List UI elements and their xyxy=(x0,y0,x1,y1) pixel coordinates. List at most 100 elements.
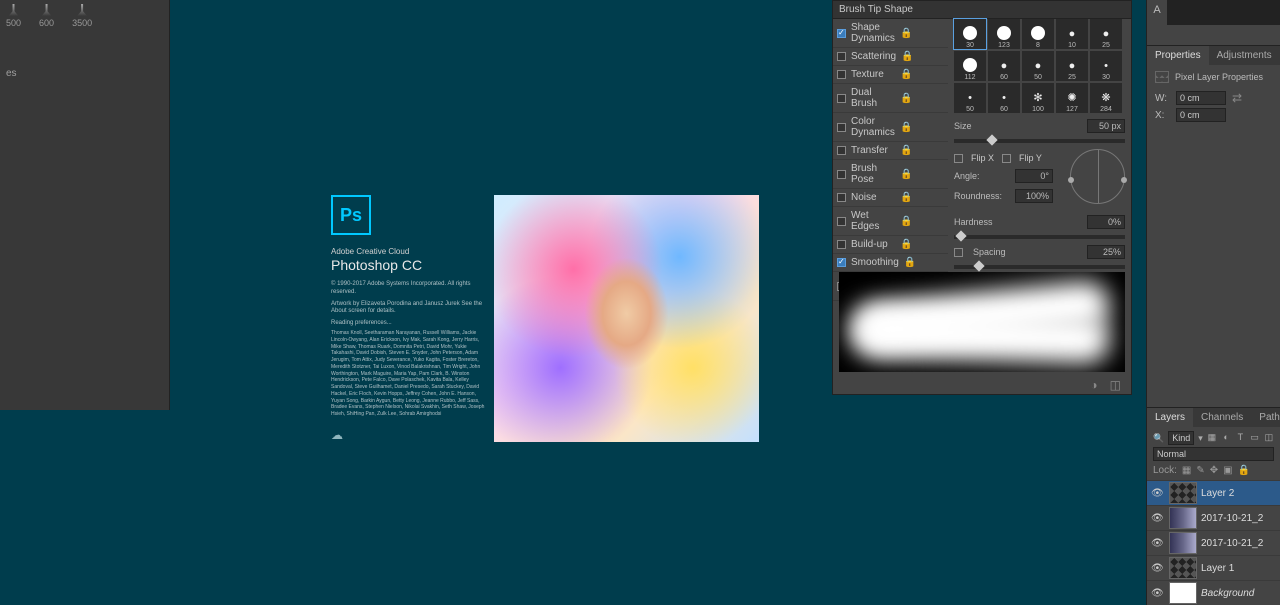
brush-thumb-112[interactable]: 112 xyxy=(954,51,986,81)
layer-row[interactable]: 👁 2017-10-21_2 xyxy=(1147,505,1280,530)
visibility-icon[interactable]: 👁 xyxy=(1151,513,1165,524)
layer-thumbnail[interactable] xyxy=(1169,482,1197,504)
lock-artboard-icon[interactable]: ▣ xyxy=(1223,465,1232,476)
brush-thumb-100[interactable]: ✻100 xyxy=(1022,83,1054,113)
lock-icon[interactable]: 🔒 xyxy=(900,192,944,203)
lock-icon[interactable]: 🔒 xyxy=(900,216,944,227)
brush-thumb-50[interactable]: •50 xyxy=(954,83,986,113)
visibility-icon[interactable]: 👁 xyxy=(1151,538,1165,549)
brush-tip-shape-tab[interactable]: Brush Tip Shape xyxy=(833,1,1131,19)
brush-thumb-30[interactable]: 30 xyxy=(954,19,986,49)
lock-icon[interactable]: 🔒 xyxy=(900,145,944,156)
layer-name[interactable]: 2017-10-21_2 xyxy=(1201,538,1276,549)
layer-thumbnail[interactable] xyxy=(1169,582,1197,604)
brush-option-dual-brush[interactable]: Dual Brush🔒 xyxy=(833,84,948,113)
filter-adjust-icon[interactable]: ◐ xyxy=(1221,432,1231,444)
lock-all-icon[interactable]: 🔒 xyxy=(1238,465,1250,476)
hardness-value[interactable]: 0% xyxy=(1087,215,1125,229)
checkbox[interactable] xyxy=(837,123,846,132)
checkbox[interactable] xyxy=(837,70,846,79)
brush-thumb-60[interactable]: ●60 xyxy=(988,51,1020,81)
layer-name[interactable]: 2017-10-21_2 xyxy=(1201,513,1276,524)
layer-row[interactable]: 👁 Background xyxy=(1147,580,1280,605)
brush-thumb-50[interactable]: ●50 xyxy=(1022,51,1054,81)
brush-option-smoothing[interactable]: Smoothing🔒 xyxy=(833,254,948,272)
brush-option-transfer[interactable]: Transfer🔒 xyxy=(833,142,948,160)
x-value[interactable]: 0 cm xyxy=(1176,108,1226,122)
lock-icon[interactable]: 🔒 xyxy=(901,51,944,62)
brush-option-scattering[interactable]: Scattering🔒 xyxy=(833,48,948,66)
lock-icon[interactable]: 🔒 xyxy=(900,122,944,133)
visibility-icon[interactable]: 👁 xyxy=(1151,588,1165,599)
layer-name[interactable]: Layer 1 xyxy=(1201,563,1276,574)
brush-thumb-10[interactable]: ●10 xyxy=(1056,19,1088,49)
filter-shape-icon[interactable]: ▭ xyxy=(1250,432,1260,444)
roundness-value[interactable]: 100% xyxy=(1015,189,1053,203)
lock-icon[interactable]: 🔒 xyxy=(900,239,944,250)
layer-thumbnail[interactable] xyxy=(1169,532,1197,554)
angle-control[interactable] xyxy=(1070,149,1125,204)
visibility-icon[interactable]: 👁 xyxy=(1151,563,1165,574)
checkbox[interactable] xyxy=(837,52,846,61)
hardness-slider[interactable] xyxy=(954,235,1125,239)
brush-preset-600[interactable]: 600 xyxy=(39,4,54,28)
brush-thumb-60[interactable]: •60 xyxy=(988,83,1020,113)
flip-y-checkbox[interactable] xyxy=(1002,154,1011,163)
tab-paths[interactable]: Paths xyxy=(1251,408,1280,427)
lock-icon[interactable]: 🔒 xyxy=(900,28,944,39)
spacing-value[interactable]: 25% xyxy=(1087,245,1125,259)
checkbox[interactable] xyxy=(837,170,846,179)
toggle-preview-icon[interactable]: ◑ xyxy=(1090,378,1097,392)
flip-x-checkbox[interactable] xyxy=(954,154,963,163)
visibility-icon[interactable]: 👁 xyxy=(1151,488,1165,499)
filter-type-icon[interactable]: T xyxy=(1235,432,1245,444)
checkbox[interactable] xyxy=(837,258,846,267)
lock-transparency-icon[interactable]: ▦ xyxy=(1182,465,1191,476)
layer-name[interactable]: Background xyxy=(1201,588,1276,599)
tab-channels[interactable]: Channels xyxy=(1193,408,1251,427)
brush-thumb-25[interactable]: ●25 xyxy=(1090,19,1122,49)
checkbox[interactable] xyxy=(837,217,846,226)
brush-preset-500[interactable]: 500 xyxy=(6,4,21,28)
brush-thumb-123[interactable]: 123 xyxy=(988,19,1020,49)
brush-option-color-dynamics[interactable]: Color Dynamics🔒 xyxy=(833,113,948,142)
filter-pixel-icon[interactable]: ▦ xyxy=(1207,432,1217,444)
size-slider[interactable] xyxy=(954,139,1125,143)
layer-row[interactable]: 👁 Layer 1 xyxy=(1147,555,1280,580)
brush-option-shape-dynamics[interactable]: Shape Dynamics🔒 xyxy=(833,19,948,48)
spacing-slider[interactable] xyxy=(954,265,1125,269)
checkbox[interactable] xyxy=(837,29,846,38)
brush-thumb-25[interactable]: ●25 xyxy=(1056,51,1088,81)
layer-thumbnail[interactable] xyxy=(1169,557,1197,579)
spacing-checkbox[interactable] xyxy=(954,248,963,257)
blend-mode-select[interactable]: Normal xyxy=(1153,447,1274,461)
layer-name[interactable]: Layer 2 xyxy=(1201,488,1276,499)
lock-pixels-icon[interactable]: ✎ xyxy=(1196,465,1204,476)
brush-thumb-127[interactable]: ✺127 xyxy=(1056,83,1088,113)
brush-option-noise[interactable]: Noise🔒 xyxy=(833,189,948,207)
brush-option-texture[interactable]: Texture🔒 xyxy=(833,66,948,84)
layer-thumbnail[interactable] xyxy=(1169,507,1197,529)
checkbox[interactable] xyxy=(837,240,846,249)
size-value[interactable]: 50 px xyxy=(1087,119,1125,133)
filter-icon[interactable]: 🔍 xyxy=(1153,433,1164,444)
tab-layers[interactable]: Layers xyxy=(1147,408,1193,427)
type-tool-icon[interactable]: A xyxy=(1147,0,1167,20)
filter-smart-icon[interactable]: ◫ xyxy=(1264,432,1274,444)
checkbox[interactable] xyxy=(837,146,846,155)
brush-option-brush-pose[interactable]: Brush Pose🔒 xyxy=(833,160,948,189)
lock-icon[interactable]: 🔒 xyxy=(900,169,944,180)
lock-icon[interactable]: 🔒 xyxy=(900,93,944,104)
layer-row[interactable]: 👁 Layer 2 xyxy=(1147,480,1280,505)
brush-option-wet-edges[interactable]: Wet Edges🔒 xyxy=(833,207,948,236)
layer-row[interactable]: 👁 2017-10-21_2 xyxy=(1147,530,1280,555)
tab-adjustments[interactable]: Adjustments xyxy=(1209,46,1280,65)
lock-position-icon[interactable]: ✥ xyxy=(1210,465,1218,476)
brush-thumb-8[interactable]: 8 xyxy=(1022,19,1054,49)
checkbox[interactable] xyxy=(837,193,846,202)
tab-properties[interactable]: Properties xyxy=(1147,46,1209,65)
brush-thumb-284[interactable]: ❋284 xyxy=(1090,83,1122,113)
new-brush-icon[interactable]: ◫ xyxy=(1110,378,1121,392)
width-value[interactable]: 0 cm xyxy=(1176,91,1226,105)
brush-thumb-30[interactable]: •30 xyxy=(1090,51,1122,81)
